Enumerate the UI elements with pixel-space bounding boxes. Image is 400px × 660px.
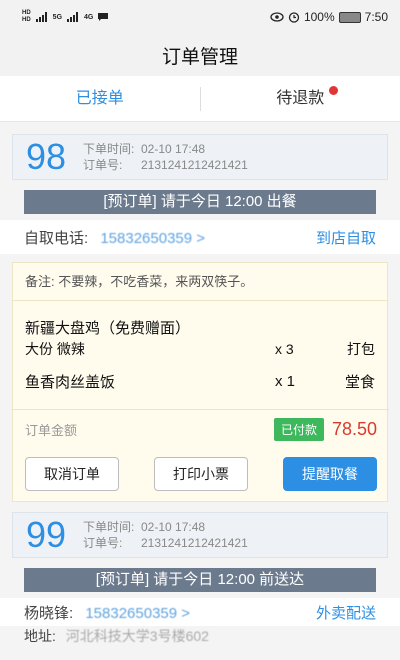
print-receipt-button[interactable]: 打印小票 — [154, 457, 248, 491]
network-5g-label: 5G — [52, 13, 63, 21]
amount-label: 订单金额 — [25, 423, 78, 438]
signal-icon — [35, 12, 47, 22]
preorder-banner: [预订单] 请于今日 12:00 出餐 — [24, 190, 376, 214]
customer-name: 杨晓锋: — [24, 604, 74, 622]
item-name: 鱼香肉丝盖饭 — [25, 373, 116, 391]
item-qty: x 3 — [275, 341, 294, 357]
contact-row: 自取电话: 15832650359 > 到店自取 — [0, 220, 400, 254]
delivery-mode: 外卖配送 — [315, 604, 376, 622]
notification-badge — [329, 85, 338, 95]
item-pack: 堂食 — [344, 373, 375, 391]
contact-phone-link[interactable]: 15832650359 > — [85, 605, 190, 622]
order-number: 99 — [25, 514, 67, 555]
delivery-mode: 到店自取 — [315, 229, 376, 247]
status-bar: HD HD 5G 4G 100% 7:50 — [0, 0, 400, 34]
action-buttons: 取消订单 打印小票 提醒取餐 — [13, 457, 389, 491]
signal-icon-2 — [67, 12, 79, 22]
order-amount: 78.50 — [331, 419, 377, 439]
battery-icon — [338, 11, 361, 23]
order-id-label: 订单号: — [83, 158, 123, 172]
item-qty: x 1 — [275, 372, 296, 390]
address-row: 地址: 河北科技大学3号楼602 — [24, 626, 209, 646]
item-name: 新疆大盘鸡（免费赠面） — [25, 320, 191, 337]
order-note: 备注: 不要辣，不吃香菜，来两双筷子。 — [13, 263, 387, 301]
tab-pending-refund-label: 待退款 — [276, 89, 325, 107]
preorder-banner: [预订单] 请于今日 12:00 前送达 — [24, 568, 376, 592]
message-icon — [98, 13, 109, 21]
order-id-label: 订单号: — [83, 536, 123, 550]
order-header[interactable]: 98 下单时间: 02-10 17:48 订单号: 2131241212421421 — [12, 134, 388, 180]
eye-icon — [270, 12, 284, 22]
order-meta: 下单时间: 02-10 17:48 订单号: 2131241212421421 — [83, 519, 248, 551]
address-value: 河北科技大学3号楼602 — [65, 628, 209, 644]
clock: 7:50 — [364, 10, 388, 24]
tab-bar: 已接单 待退款 — [0, 76, 400, 122]
address-label: 地址: — [24, 628, 56, 644]
network-4g-label: 4G — [84, 13, 94, 21]
page-title: 订单管理 — [0, 34, 400, 76]
item-spec: 大份 微辣 — [25, 341, 85, 357]
contact-phone-link[interactable]: 15832650359 > — [100, 230, 205, 247]
item-pack: 打包 — [347, 341, 375, 357]
order-time-label: 下单时间: — [83, 142, 135, 156]
amount-row: 订单金额 已付款 78.50 — [13, 409, 389, 449]
order-id: 2131241212421421 — [141, 536, 248, 550]
cancel-order-button[interactable]: 取消订单 — [25, 457, 119, 491]
list-item: 鱼香肉丝盖饭 x 1 堂食 — [25, 369, 375, 393]
list-item: 大份 微辣 x 3 打包 — [25, 337, 375, 361]
order-number: 98 — [25, 136, 67, 177]
contact-row: 杨晓锋: 15832650359 > 外卖配送 — [0, 598, 400, 626]
alarm-icon — [288, 12, 300, 23]
order-time: 02-10 17:48 — [141, 142, 206, 156]
order-meta: 下单时间: 02-10 17:48 订单号: 2131241212421421 — [83, 141, 248, 173]
tab-pending-refund[interactable]: 待退款 — [201, 76, 400, 122]
order-items: 新疆大盘鸡（免费赠面） 大份 微辣 x 3 打包 鱼香肉丝盖饭 x 1 堂食 — [13, 317, 387, 393]
order-header[interactable]: 99 下单时间: 02-10 17:48 订单号: 2131241212421421 — [12, 512, 388, 558]
hd-indicator: HD HD — [22, 10, 31, 23]
contact-label: 自取电话: — [24, 229, 89, 247]
tab-accepted[interactable]: 已接单 — [0, 76, 200, 122]
paid-badge: 已付款 — [273, 418, 324, 441]
order-id: 2131241212421421 — [141, 158, 248, 172]
order-card: 备注: 不要辣，不吃香菜，来两双筷子。 新疆大盘鸡（免费赠面） 大份 微辣 x … — [12, 262, 389, 502]
remind-pickup-button[interactable]: 提醒取餐 — [283, 457, 377, 491]
order-time: 02-10 17:48 — [141, 520, 206, 534]
order-time-label: 下单时间: — [83, 520, 135, 534]
battery-percent: 100% — [303, 10, 335, 24]
